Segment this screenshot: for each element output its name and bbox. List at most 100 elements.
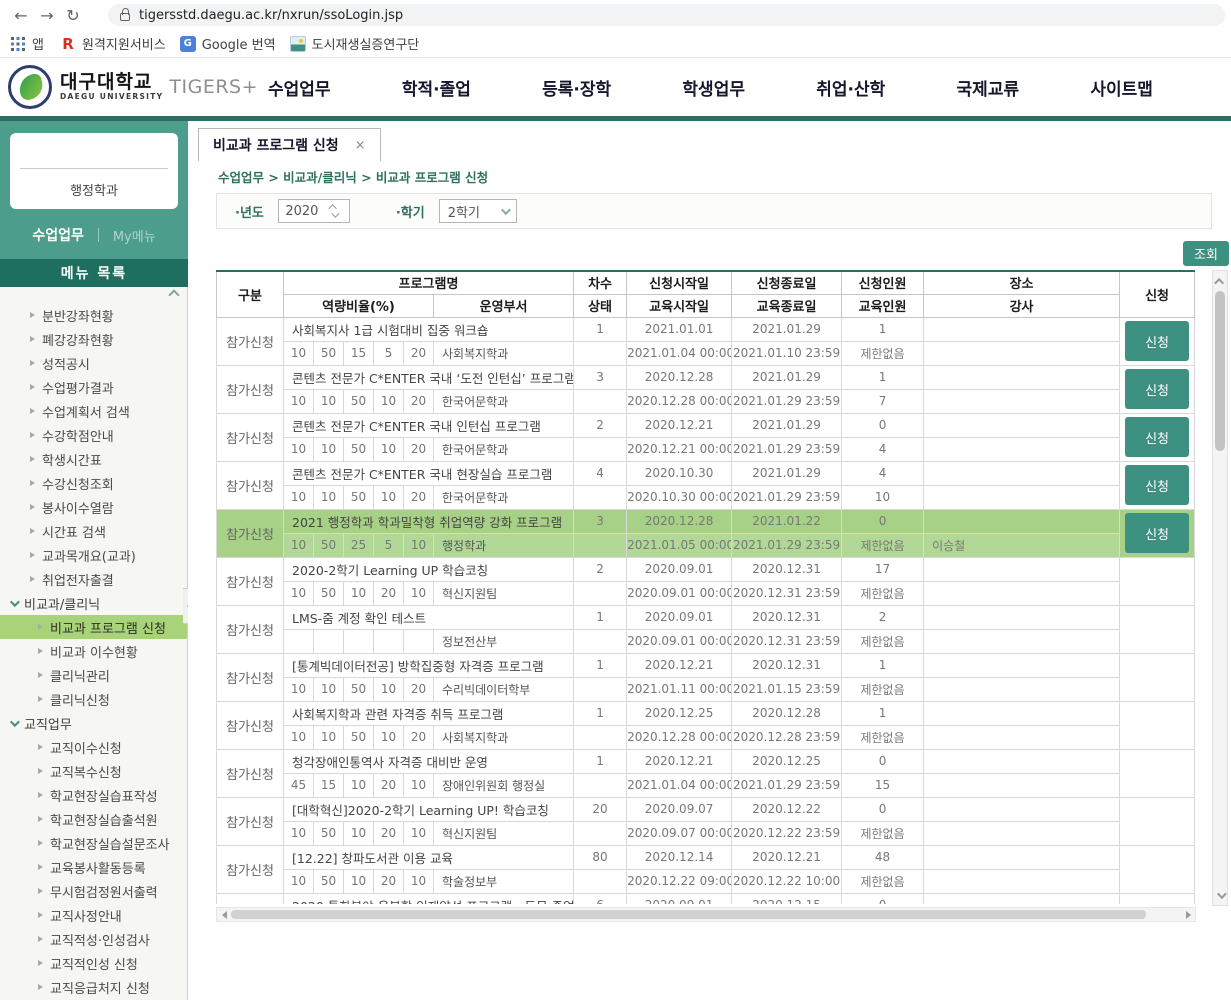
nav-item[interactable]: 국제교류 bbox=[957, 75, 1020, 100]
sidebar-menu-item[interactable]: 학교현장실습표작성 bbox=[0, 783, 187, 807]
sidebar-menu-item[interactable]: 수업계획서 검색 bbox=[0, 399, 187, 423]
horizontal-scroll-thumb[interactable] bbox=[231, 910, 1146, 919]
scroll-right-icon[interactable] bbox=[1181, 908, 1195, 921]
year-spinner-arrows[interactable] bbox=[325, 204, 343, 218]
nav-item[interactable]: 사이트맵 bbox=[1090, 75, 1153, 100]
sidebar-menu-item[interactable]: 봉사이수열람 bbox=[0, 495, 187, 519]
program-row-sub: 10 10 50 10 20 한국어문학과 2020.12.28 00:00 2… bbox=[217, 389, 1195, 413]
sidebar-menu-item[interactable]: 분반강좌현황 bbox=[0, 303, 187, 327]
forward-icon[interactable]: → bbox=[34, 6, 60, 25]
edu-end-date: 2021.01.29 23:59 bbox=[732, 389, 842, 413]
sidebar-menu-item[interactable]: 교과목개요(교과) bbox=[0, 543, 187, 567]
page-tab[interactable]: 비교과 프로그램 신청 × bbox=[198, 128, 381, 161]
scroll-up-icon[interactable] bbox=[1213, 273, 1227, 289]
header-status: 상태 bbox=[574, 294, 627, 317]
header-place: 장소 bbox=[924, 271, 1120, 294]
program-category: 참가신청 bbox=[217, 317, 284, 365]
sidebar-menu-item[interactable]: 클리닉신청 bbox=[0, 687, 187, 711]
menu-marker-icon bbox=[38, 960, 43, 966]
menu-item-label: 비교과/클리닉 bbox=[24, 594, 100, 613]
sidebar-menu-item[interactable]: 교직적성·인성검사 bbox=[0, 927, 187, 951]
sidebar-menu-item[interactable]: 학교현장실습출석원 bbox=[0, 807, 187, 831]
program-category: 참가신청 bbox=[217, 653, 284, 701]
program-category: 참가신청 bbox=[217, 701, 284, 749]
back-icon[interactable]: ← bbox=[8, 6, 34, 25]
ratio-1: 10 bbox=[284, 437, 314, 461]
url-text[interactable]: tigersstd.daegu.ac.kr/nxrun/ssoLogin.jsp bbox=[139, 8, 403, 23]
menu-item-label: 수업평가결과 bbox=[42, 378, 114, 397]
bookmark-item[interactable]: Google 번역 bbox=[180, 34, 276, 53]
apply-button[interactable]: 신청 bbox=[1125, 369, 1189, 409]
sidebar-menu-item[interactable]: 교직업무 bbox=[0, 711, 187, 735]
sidebar-menu-item[interactable]: 무시험검정원서출력 bbox=[0, 879, 187, 903]
sidebar-menu-item[interactable]: 교직복수신청 bbox=[0, 759, 187, 783]
nav-item[interactable]: 학생업무 bbox=[682, 75, 745, 100]
university-logo[interactable]: 대구대학교 DAEGU UNIVERSITY TIGERS+ bbox=[8, 65, 258, 109]
place-cell bbox=[924, 701, 1120, 725]
edu-start-date: 2020.09.01 00:00 bbox=[627, 629, 732, 653]
nav-item[interactable]: 등록·장학 bbox=[542, 75, 611, 100]
sidebar-menu-item[interactable]: 학생시간표 bbox=[0, 447, 187, 471]
program-name: [대학혁신]2020-2학기 Learning UP! 학습코칭 bbox=[284, 797, 574, 821]
table-vertical-scrollbar[interactable] bbox=[1212, 270, 1228, 906]
apply-button[interactable]: 신청 bbox=[1125, 465, 1189, 505]
program-name: 사회복지학과 관련 자격증 취득 프로그램 bbox=[284, 701, 574, 725]
sidebar-menu-item[interactable]: 교육봉사활동등록 bbox=[0, 855, 187, 879]
ratio-2: 50 bbox=[314, 869, 344, 893]
program-dept: 사회복지학과 bbox=[434, 341, 574, 365]
profile-photo-area bbox=[20, 133, 168, 169]
edu-start-date: 2020.09.01 00:00 bbox=[627, 581, 732, 605]
apply-button[interactable]: 신청 bbox=[1125, 417, 1189, 457]
sidebar-menu-item[interactable]: 성적공시 bbox=[0, 351, 187, 375]
sidebar-menu-item[interactable]: 교직응급처지 신청 bbox=[0, 975, 187, 999]
ratio-1 bbox=[284, 629, 314, 653]
sidebar-menu-item[interactable]: 교직사정안내 bbox=[0, 903, 187, 927]
nav-item[interactable]: 학적·졸업 bbox=[402, 75, 471, 100]
program-row-main: 참가신청 LMS-줌 계정 확인 테스트 1 2020.09.01 2020.1… bbox=[217, 605, 1195, 629]
lecturer-cell bbox=[924, 629, 1120, 653]
apply-button[interactable]: 신청 bbox=[1125, 513, 1189, 553]
sidebar-menu-item[interactable]: 학교현장실습설문조사 bbox=[0, 831, 187, 855]
ratio-2: 50 bbox=[314, 533, 344, 557]
sidebar-tab-work[interactable]: 수업업무 bbox=[32, 225, 84, 245]
sidebar-tab-mymenu[interactable]: My메뉴 bbox=[113, 226, 156, 245]
sidebar-menu-item[interactable]: 비교과/클리닉 bbox=[0, 591, 187, 615]
sidebar-menu-item[interactable]: 비교과 프로그램 신청 bbox=[0, 615, 187, 639]
table-horizontal-scrollbar[interactable] bbox=[216, 907, 1196, 922]
address-bar[interactable]: tigersstd.daegu.ac.kr/nxrun/ssoLogin.jsp bbox=[108, 4, 1225, 26]
sidebar-menu-item[interactable]: 클리닉관리 bbox=[0, 663, 187, 687]
program-dept: 한국어문학과 bbox=[434, 437, 574, 461]
search-button[interactable]: 조회 bbox=[1183, 241, 1229, 266]
sidebar-menu-item[interactable]: 시간표 검색 bbox=[0, 519, 187, 543]
scroll-down-icon[interactable] bbox=[1213, 887, 1227, 903]
spinner-down-icon[interactable] bbox=[331, 209, 339, 217]
tab-close-icon[interactable]: × bbox=[355, 138, 366, 153]
edu-count: 제한없음 bbox=[842, 821, 924, 845]
bookmark-item[interactable]: 원격지원서비스 bbox=[60, 34, 166, 53]
nav-item[interactable]: 수업업무 bbox=[268, 75, 331, 100]
sidebar-menu-item[interactable]: 교직적인성 신청 bbox=[0, 951, 187, 975]
scroll-left-icon[interactable] bbox=[217, 908, 231, 921]
refresh-icon[interactable]: ↻ bbox=[60, 6, 86, 25]
sidebar-menu-item[interactable]: 수강학점안내 bbox=[0, 423, 187, 447]
year-stepper[interactable] bbox=[278, 199, 350, 223]
bookmark-item[interactable]: 도시재생실증연구단 bbox=[290, 34, 420, 53]
sidebar-menu-item[interactable]: 폐강강좌현황 bbox=[0, 327, 187, 351]
year-input[interactable] bbox=[279, 204, 325, 219]
vertical-scroll-thumb[interactable] bbox=[1215, 291, 1225, 451]
nav-item[interactable]: 취업·산학 bbox=[816, 75, 885, 100]
sidebar-menu-item[interactable]: 수업평가결과 bbox=[0, 375, 187, 399]
apps-label[interactable]: 앱 bbox=[32, 34, 44, 53]
apply-end-date: 2020.12.25 bbox=[732, 749, 842, 773]
apply-cell: 신청 bbox=[1120, 509, 1195, 557]
ratio-2: 10 bbox=[314, 725, 344, 749]
program-dept: 행정학과 bbox=[434, 533, 574, 557]
sidebar-menu-item[interactable]: 취업전자출결 bbox=[0, 567, 187, 591]
semester-select[interactable]: 2학기 bbox=[439, 199, 517, 223]
sidebar-menu-item[interactable]: 비교과 이수현황 bbox=[0, 639, 187, 663]
sidebar-menu-item[interactable]: 수강신청조회 bbox=[0, 471, 187, 495]
apps-grid-icon[interactable] bbox=[10, 36, 26, 52]
sidebar-menu-item[interactable]: 교직이수신청 bbox=[0, 735, 187, 759]
sidebar-scroll-up-icon[interactable] bbox=[170, 291, 182, 301]
apply-button[interactable]: 신청 bbox=[1125, 321, 1189, 361]
